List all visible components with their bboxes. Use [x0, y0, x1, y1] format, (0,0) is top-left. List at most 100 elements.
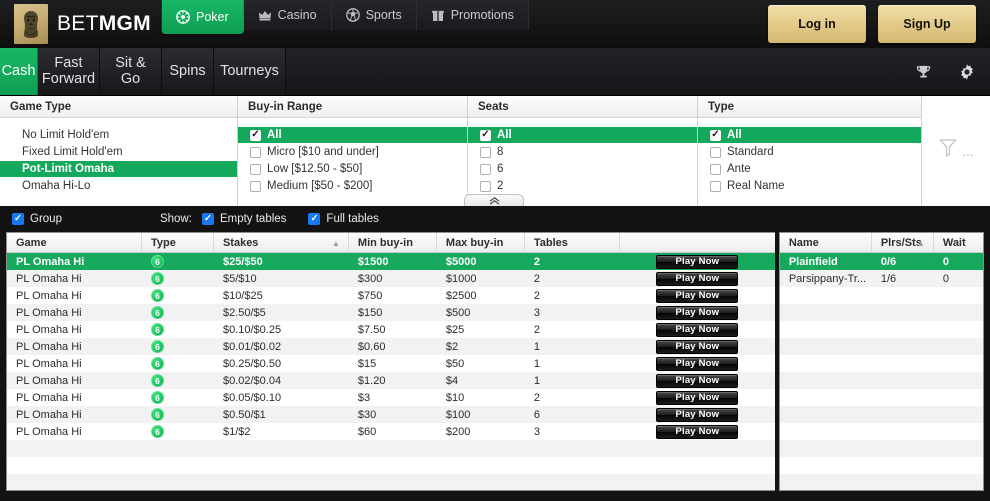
type-option-ante[interactable]: Ante — [698, 161, 921, 177]
collapse-filters-handle[interactable] — [464, 194, 524, 206]
checkbox[interactable] — [480, 146, 491, 158]
column-header-game[interactable]: Game — [7, 233, 142, 253]
game-type-option-plo[interactable]: Pot-Limit Omaha — [0, 161, 237, 177]
cell-wait: 0 — [942, 255, 949, 268]
seats-option-6[interactable]: 6 — [468, 161, 697, 177]
checkbox[interactable] — [710, 180, 721, 192]
column-header-min-buyin[interactable]: Min buy-in — [349, 233, 437, 253]
seats-option-all[interactable]: All — [468, 127, 697, 143]
game-type-option-omaha-hi-lo[interactable]: Omaha Hi-Lo — [0, 178, 237, 194]
checkbox[interactable] — [250, 129, 261, 141]
cell-max-buyin: $2 — [445, 340, 459, 353]
table-row[interactable]: PL Omaha Hi 6 $5/$10 $300 $1000 2 Play Now — [7, 270, 775, 287]
list-item[interactable]: Plainfield 0/6 0 — [779, 253, 983, 270]
cell-game: PL Omaha Hi — [16, 374, 82, 387]
type-option-real-name[interactable]: Real Name — [698, 178, 921, 194]
checkbox[interactable] — [201, 213, 214, 225]
tab-tourneys[interactable]: Tourneys — [214, 48, 286, 95]
game-type-option-flhe[interactable]: Fixed Limit Hold'em — [0, 144, 237, 160]
checkbox[interactable] — [480, 163, 491, 175]
cell-game: PL Omaha Hi — [16, 425, 82, 438]
cell-stakes: $0.25/$0.50 — [222, 357, 282, 370]
buyin-option-all[interactable]: All — [238, 127, 467, 143]
column-header-max-buyin[interactable]: Max buy-in — [437, 233, 525, 253]
checkbox[interactable] — [710, 146, 721, 158]
nav-tab-casino[interactable]: Casino — [243, 0, 332, 30]
column-header-plrs-sts[interactable]: Plrs/Sts ▲ — [872, 233, 934, 253]
nav-tab-poker[interactable]: Poker — [160, 0, 244, 34]
checkbox[interactable] — [480, 129, 491, 141]
play-now-button[interactable]: Play Now — [656, 407, 739, 422]
play-now-button[interactable]: Play Now — [656, 339, 739, 354]
tab-cash[interactable]: Cash — [0, 48, 38, 95]
play-now-button[interactable]: Play Now — [656, 373, 739, 388]
table-row[interactable]: PL Omaha Hi 6 $0.50/$1 $30 $100 6 Play Now — [7, 406, 775, 423]
checkbox[interactable] — [250, 180, 261, 192]
column-header-name[interactable]: Name — [780, 233, 872, 253]
table-row[interactable]: PL Omaha Hi 6 $10/$25 $750 $2500 2 Play Now — [7, 287, 775, 304]
seats-option-2[interactable]: 2 — [468, 178, 697, 194]
play-now-button[interactable]: Play Now — [656, 424, 739, 439]
table-row[interactable]: PL Omaha Hi 6 $0.25/$0.50 $15 $50 1 Play Now — [7, 355, 775, 372]
table-row[interactable]: PL Omaha Hi 6 $1/$2 $60 $200 3 Play Now — [7, 423, 775, 440]
login-button[interactable]: Log in — [768, 5, 866, 43]
tab-label: Spins — [169, 62, 206, 79]
option-label: Standard — [727, 146, 774, 158]
cell-game: PL Omaha Hi — [16, 272, 82, 285]
option-label: 2 — [497, 180, 504, 192]
play-now-button[interactable]: Play Now — [656, 288, 739, 303]
filter-funnel-icon[interactable] — [938, 137, 960, 165]
group-toggle[interactable]: Group — [12, 213, 62, 225]
signup-button[interactable]: Sign Up — [878, 5, 976, 43]
full-tables-toggle[interactable]: Full tables — [308, 213, 379, 225]
gear-icon[interactable] — [950, 55, 984, 89]
table-row[interactable]: PL Omaha Hi 6 $0.10/$0.25 $7.50 $25 2 Play Now — [7, 321, 775, 338]
type-option-all[interactable]: All — [698, 127, 921, 143]
buyin-option-low[interactable]: Low [$12.50 - $50] — [238, 161, 467, 177]
tab-sit-and-go[interactable]: Sit & Go — [100, 48, 162, 95]
checkbox[interactable] — [710, 129, 721, 141]
checkbox[interactable] — [710, 163, 721, 175]
cell-min-buyin: $150 — [357, 306, 383, 319]
option-label: Micro [$10 and under] — [267, 146, 379, 158]
column-header-stakes[interactable]: Stakes ▲ — [214, 233, 349, 253]
cell-min-buyin: $15 — [357, 357, 377, 370]
table-row[interactable]: PL Omaha Hi 6 $0.01/$0.02 $0.60 $2 1 Play Now — [7, 338, 775, 355]
play-now-button[interactable]: Play Now — [656, 271, 739, 286]
table-row[interactable]: PL Omaha Hi 6 $0.05/$0.10 $3 $10 2 Play Now — [7, 389, 775, 406]
checkbox[interactable] — [250, 146, 261, 158]
tab-fast-forward[interactable]: Fast Forward — [38, 48, 100, 95]
cell-tables: 2 — [533, 289, 541, 302]
checkbox[interactable] — [12, 213, 24, 225]
nav-tab-sports[interactable]: Sports — [331, 0, 417, 30]
games-table-body: PL Omaha Hi 6 $25/$50 $1500 $5000 2 Play Now PL… — [7, 253, 775, 490]
table-row[interactable]: PL Omaha Hi 6 $2.50/$5 $150 $500 3 Play Now — [7, 304, 775, 321]
play-now-button[interactable]: Play Now — [656, 322, 739, 337]
option-label: Pot-Limit Omaha — [22, 163, 115, 175]
list-item[interactable]: Parsippany-Tr... 1/6 0 — [779, 270, 983, 287]
game-type-option-nlhe[interactable]: No Limit Hold'em — [0, 127, 237, 143]
checkbox[interactable] — [480, 180, 491, 192]
column-header-wait[interactable]: Wait — [934, 233, 982, 253]
betmgm-logo[interactable]: BETMGM — [14, 4, 151, 44]
cell-type: 6 — [142, 289, 214, 302]
nav-tab-promotions[interactable]: Promotions — [416, 0, 529, 30]
play-now-button[interactable]: Play Now — [656, 254, 739, 269]
table-row[interactable]: PL Omaha Hi 6 $0.02/$0.04 $1.20 $4 1 Play Now — [7, 372, 775, 389]
trophy-icon[interactable] — [906, 55, 940, 89]
play-now-button[interactable]: Play Now — [656, 305, 739, 320]
type-option-standard[interactable]: Standard — [698, 144, 921, 160]
seats-option-8[interactable]: 8 — [468, 144, 697, 160]
tab-spins[interactable]: Spins — [162, 48, 214, 95]
column-header-tables[interactable]: Tables — [525, 233, 620, 253]
column-header-type[interactable]: Type — [142, 233, 214, 253]
cell-min-buyin: $30 — [357, 408, 377, 421]
checkbox[interactable] — [308, 213, 321, 225]
buyin-option-micro[interactable]: Micro [$10 and under] — [238, 144, 467, 160]
play-now-button[interactable]: Play Now — [656, 390, 739, 405]
table-row[interactable]: PL Omaha Hi 6 $25/$50 $1500 $5000 2 Play Now — [7, 253, 775, 270]
play-now-button[interactable]: Play Now — [656, 356, 739, 371]
checkbox[interactable] — [250, 163, 261, 175]
empty-tables-toggle[interactable]: Empty tables — [201, 213, 286, 225]
buyin-option-medium[interactable]: Medium [$50 - $200] — [238, 178, 467, 194]
